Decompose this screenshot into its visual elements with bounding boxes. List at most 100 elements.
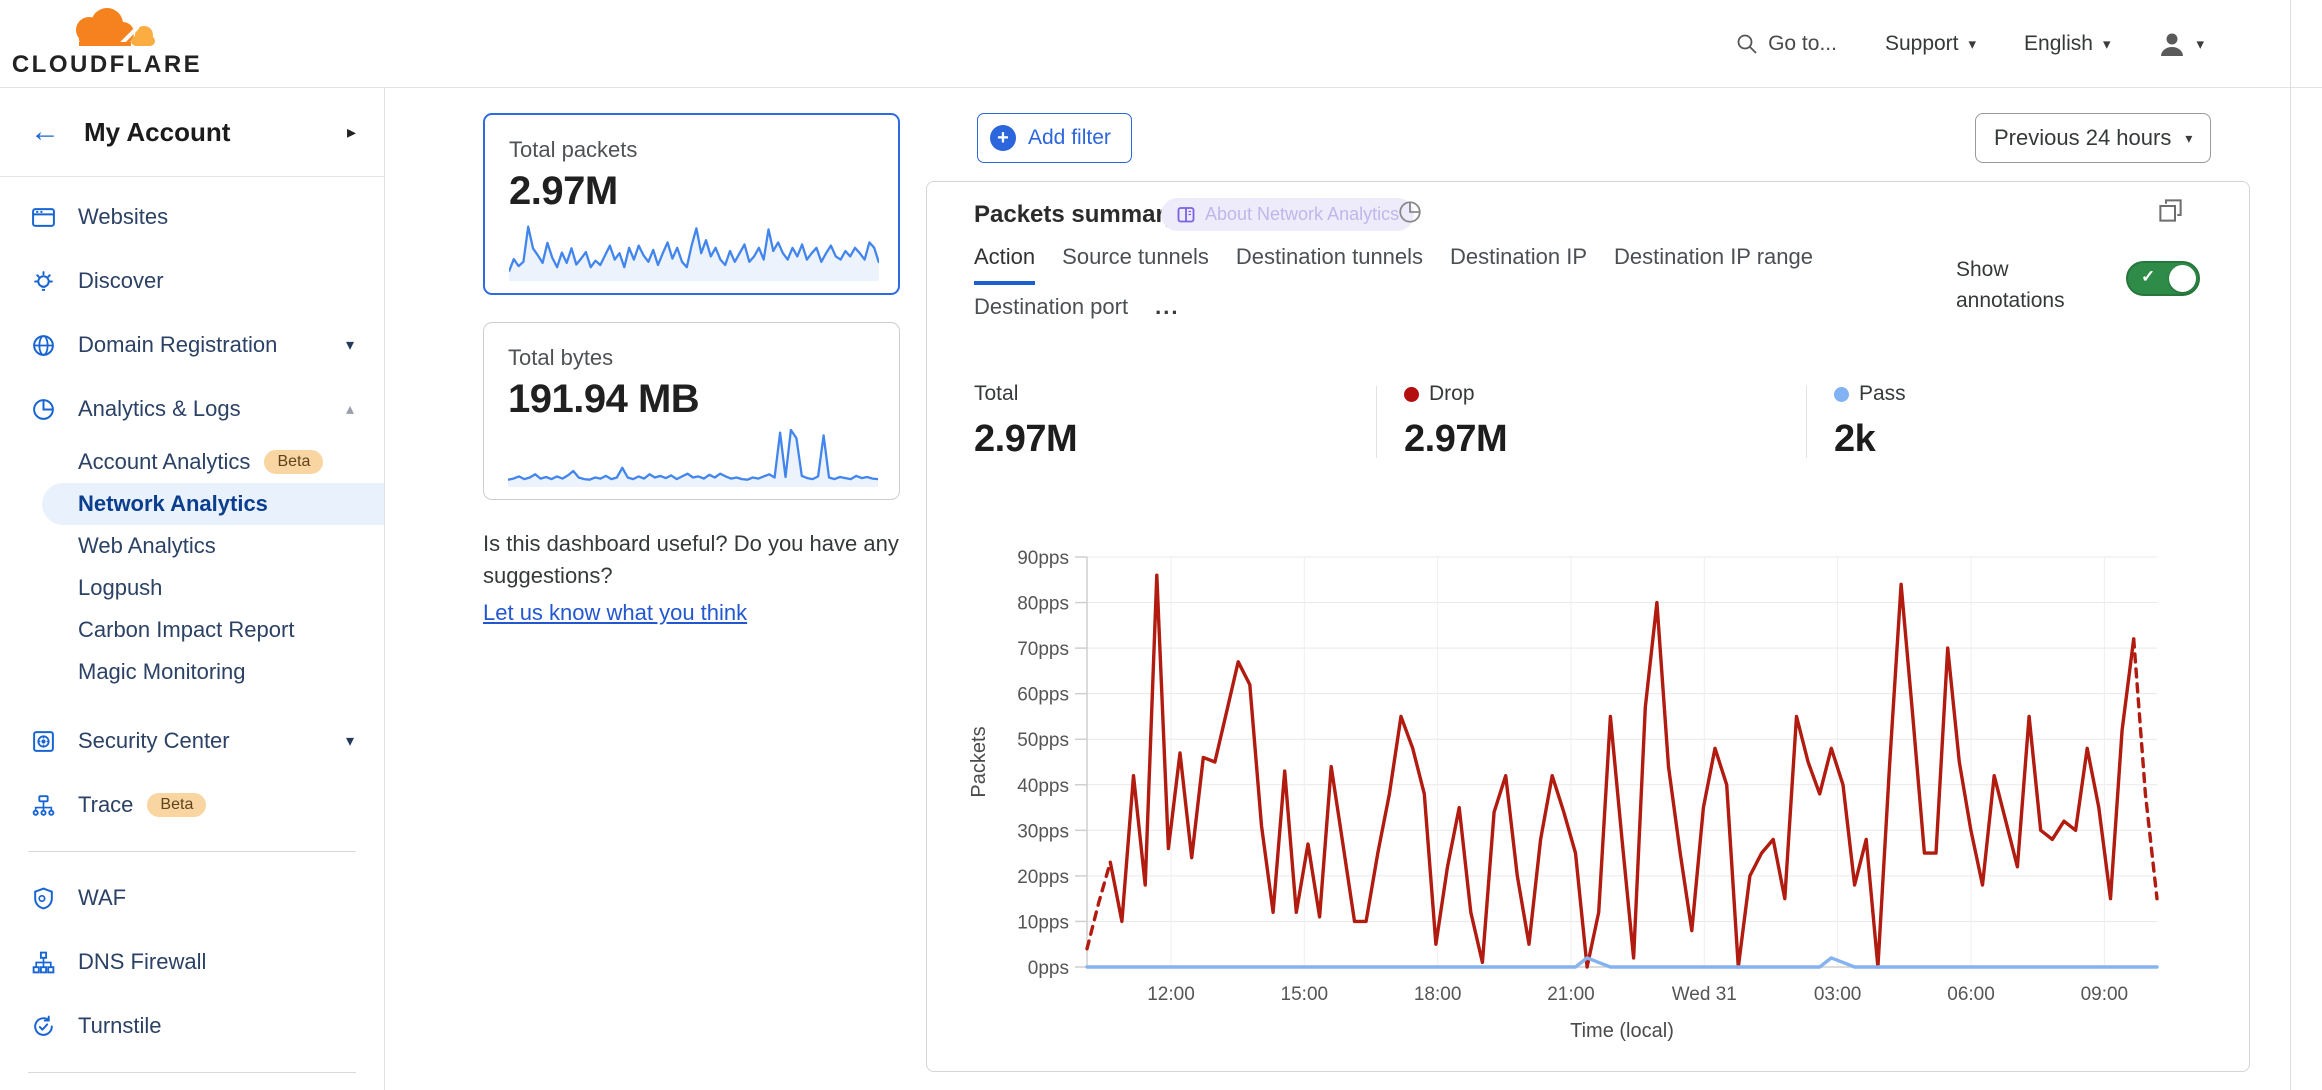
dimension-tabs-row2: Destination port ... [974, 294, 1179, 331]
sidebar-item-label: Magic Monitoring [78, 659, 246, 685]
sidebar-item-account-analytics[interactable]: Account Analytics Beta [0, 441, 384, 483]
rotate-check-icon [30, 1013, 57, 1040]
svg-text:12:00: 12:00 [1147, 984, 1195, 1005]
chevron-up-icon: ▴ [346, 399, 354, 419]
sidebar-item-network-analytics[interactable]: Network Analytics [42, 483, 384, 525]
book-icon [1176, 205, 1196, 225]
cloudflare-logo[interactable]: CLOUDFLARE [22, 8, 192, 79]
about-network-analytics-badge[interactable]: About Network Analytics [1161, 198, 1414, 231]
sidebar-item-dns-firewall[interactable]: DNS Firewall [0, 930, 384, 994]
search-icon [1736, 33, 1758, 55]
sidebar-item-label: Analytics & Logs [78, 396, 241, 422]
support-menu[interactable]: Support ▾ [1885, 32, 1976, 56]
svg-text:30pps: 30pps [1017, 821, 1069, 842]
shield-gear-icon [30, 885, 57, 912]
tab-destination-port[interactable]: Destination port [974, 294, 1128, 331]
sidebar-item-logpush[interactable]: Logpush [0, 567, 384, 609]
svg-text:90pps: 90pps [1017, 548, 1069, 569]
sidebar-item-security-center[interactable]: Security Center ▾ [0, 709, 384, 773]
sidebar-divider [28, 1072, 356, 1073]
stat-label: Pass [1859, 382, 1906, 406]
page-scrollbar-track[interactable] [2290, 0, 2291, 1090]
feedback-link[interactable]: Let us know what you think [483, 597, 747, 629]
back-arrow-icon[interactable]: ← [30, 117, 60, 147]
about-label: About Network Analytics [1205, 204, 1399, 225]
stats-row: Total 2.97M Drop 2.97M Pass [927, 382, 2251, 462]
sidebar-item-label: Account Analytics [78, 449, 250, 475]
svg-text:70pps: 70pps [1017, 639, 1069, 660]
cloudflare-cloud-icon [51, 8, 163, 50]
global-search[interactable]: Go to... [1736, 32, 1837, 56]
svg-text:Packets: Packets [968, 726, 990, 797]
header-actions: Go to... Support ▾ English ▾ ▾ [1736, 30, 2322, 58]
main-content: + Add filter Previous 24 hours ▾ Packets… [926, 88, 2250, 1090]
chevron-down-icon: ▾ [2196, 35, 2204, 53]
drop-series-dot [1404, 387, 1419, 402]
beta-badge: Beta [264, 450, 323, 474]
sidebar-item-web-analytics[interactable]: Web Analytics [0, 525, 384, 567]
stat-value: 2.97M [974, 418, 1077, 461]
total-bytes-sparkline [508, 425, 878, 487]
stat-value: 2k [1834, 418, 1906, 461]
svg-text:0pps: 0pps [1028, 958, 1069, 979]
svg-text:15:00: 15:00 [1281, 984, 1329, 1005]
vault-icon [30, 728, 57, 755]
tab-source-tunnels[interactable]: Source tunnels [1062, 244, 1209, 285]
sidebar-item-label: Discover [78, 268, 164, 294]
total-packets-card[interactable]: Total packets 2.97M [483, 113, 900, 295]
dns-tree-icon [30, 949, 57, 976]
show-annotations-toggle[interactable]: ✓ [2126, 261, 2200, 296]
sidebar-item-trace[interactable]: Trace Beta [0, 773, 384, 837]
svg-text:40pps: 40pps [1017, 776, 1069, 797]
stat-label: Total [974, 382, 1018, 406]
trace-nodes-icon [30, 792, 57, 819]
card-title: Total bytes [508, 345, 875, 371]
sidebar-item-analytics-logs[interactable]: Analytics & Logs ▴ [0, 377, 384, 441]
lightbulb-icon [30, 268, 57, 295]
total-bytes-card[interactable]: Total bytes 191.94 MB [483, 322, 900, 500]
sidebar-item-label: Security Center [78, 728, 230, 754]
sidebar-item-label: Web Analytics [78, 533, 216, 559]
add-filter-button[interactable]: + Add filter [977, 113, 1132, 163]
svg-text:50pps: 50pps [1017, 730, 1069, 751]
dimension-tabs-row1: Action Source tunnels Destination tunnel… [974, 244, 1813, 285]
svg-text:Wed 31: Wed 31 [1672, 984, 1737, 1005]
chevron-right-icon[interactable]: ▸ [347, 122, 356, 143]
card-value: 191.94 MB [508, 377, 875, 422]
stat-value: 2.97M [1404, 418, 1507, 461]
sidebar-item-domain-registration[interactable]: Domain Registration ▾ [0, 313, 384, 377]
svg-text:60pps: 60pps [1017, 685, 1069, 706]
more-tabs-ellipsis[interactable]: ... [1155, 294, 1179, 331]
account-menu[interactable]: ▾ [2158, 30, 2204, 58]
beta-badge: Beta [147, 793, 206, 817]
sidebar-item-carbon-impact-report[interactable]: Carbon Impact Report [0, 609, 384, 651]
pie-chart-icon [30, 396, 57, 423]
svg-text:80pps: 80pps [1017, 594, 1069, 615]
line-chart-svg: 0pps10pps20pps30pps40pps50pps60pps70pps8… [927, 531, 2251, 1071]
tab-destination-tunnels[interactable]: Destination tunnels [1236, 244, 1423, 285]
tab-destination-ip-range[interactable]: Destination IP range [1614, 244, 1813, 285]
sidebar-item-label: Network Analytics [78, 491, 268, 517]
svg-text:18:00: 18:00 [1414, 984, 1462, 1005]
sidebar-item-magic-monitoring[interactable]: Magic Monitoring [0, 651, 384, 693]
packets-summary-panel: Packets summary About Network Analytics … [926, 181, 2250, 1072]
svg-text:03:00: 03:00 [1814, 984, 1862, 1005]
card-value: 2.97M [509, 169, 874, 214]
pie-chart-toggle-icon[interactable] [1397, 199, 1423, 225]
sidebar-item-label: Carbon Impact Report [78, 617, 294, 643]
tab-destination-ip[interactable]: Destination IP [1450, 244, 1587, 285]
sidebar-item-label: Websites [78, 204, 168, 230]
svg-text:20pps: 20pps [1017, 867, 1069, 888]
expand-panel-icon[interactable] [2157, 197, 2184, 224]
stat-divider [1806, 386, 1807, 458]
sidebar-item-waf[interactable]: WAF [0, 866, 384, 930]
sidebar-item-websites[interactable]: Websites [0, 185, 384, 249]
feedback-block: Is this dashboard useful? Do you have an… [483, 528, 923, 629]
sidebar-item-discover[interactable]: Discover [0, 249, 384, 313]
time-range-dropdown[interactable]: Previous 24 hours ▾ [1975, 113, 2211, 163]
tab-action[interactable]: Action [974, 244, 1035, 285]
sidebar-item-turnstile[interactable]: Turnstile [0, 994, 384, 1058]
stat-divider [1376, 386, 1377, 458]
stat-total: Total 2.97M [974, 382, 1077, 461]
language-menu[interactable]: English ▾ [2024, 32, 2110, 56]
